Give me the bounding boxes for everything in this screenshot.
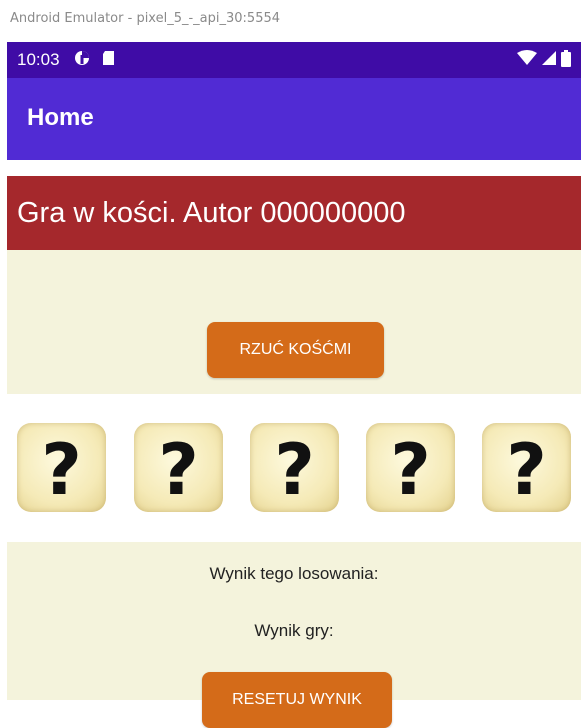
- die-1: ?: [17, 423, 106, 512]
- die-face-question-icon: ?: [506, 428, 547, 511]
- status-right-icons: [517, 49, 571, 71]
- data-saver-icon: [74, 50, 90, 70]
- dice-row: ? ? ? ? ?: [7, 394, 581, 542]
- die-face-question-icon: ?: [41, 428, 82, 511]
- die-4: ?: [366, 423, 455, 512]
- signal-icon: [541, 50, 557, 70]
- die-face-question-icon: ?: [390, 428, 431, 511]
- app-bar: Home: [7, 78, 581, 160]
- die-face-question-icon: ?: [274, 428, 315, 511]
- wifi-icon: [517, 50, 537, 70]
- roll-result-label: Wynik tego losowania:: [209, 564, 379, 583]
- die-5: ?: [482, 423, 571, 512]
- phone-screen: 10:03 Home Gra w kości. Autor 000000000 …: [7, 42, 581, 728]
- spacer: [7, 160, 581, 176]
- roll-panel: RZUĆ KOŚĆMI: [7, 250, 581, 394]
- game-result-label: Wynik gry:: [254, 621, 334, 640]
- reset-score-button[interactable]: RESETUJ WYNIK: [202, 672, 392, 728]
- status-bar: 10:03: [7, 42, 581, 78]
- status-time: 10:03: [17, 50, 60, 69]
- results-panel: Wynik tego losowania: Wynik gry: RESETUJ…: [7, 542, 581, 728]
- game-header: Gra w kości. Autor 000000000: [7, 176, 581, 250]
- roll-dice-button[interactable]: RZUĆ KOŚĆMI: [207, 322, 384, 378]
- die-2: ?: [134, 423, 223, 512]
- page-title: Home: [27, 104, 94, 131]
- emulator-window-title: Android Emulator - pixel_5_-_api_30:5554: [0, 0, 581, 42]
- die-face-question-icon: ?: [158, 428, 199, 511]
- sd-card-icon: [102, 50, 115, 70]
- die-3: ?: [250, 423, 339, 512]
- battery-icon: [561, 49, 571, 71]
